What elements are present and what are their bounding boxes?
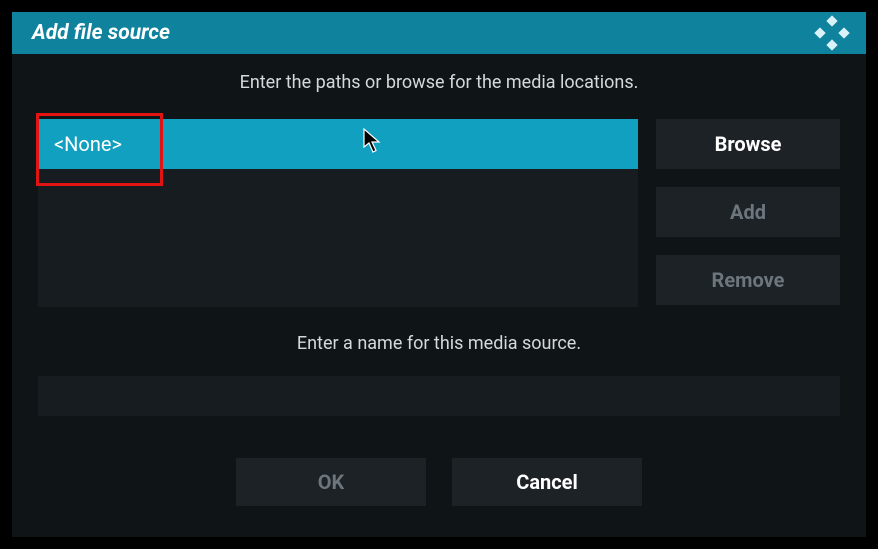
dialog-titlebar: Add file source	[12, 12, 866, 54]
add-file-source-dialog: Add file source Enter the paths or brows…	[12, 12, 866, 537]
cancel-button[interactable]: Cancel	[452, 458, 642, 506]
dialog-title: Add file source	[32, 21, 170, 45]
kodi-logo-icon	[814, 15, 850, 51]
add-button[interactable]: Add	[656, 187, 840, 237]
paths-instruction: Enter the paths or browse for the media …	[38, 72, 840, 93]
dialog-content: Enter the paths or browse for the media …	[12, 54, 866, 506]
path-row-selected[interactable]: <None>	[38, 119, 638, 169]
paths-area: <None> Browse Add Remove	[38, 119, 840, 307]
remove-button[interactable]: Remove	[656, 255, 840, 305]
dialog-footer: OK Cancel	[38, 458, 840, 506]
name-instruction: Enter a name for this media source.	[38, 333, 840, 354]
browse-button[interactable]: Browse	[656, 119, 840, 169]
ok-button[interactable]: OK	[236, 458, 426, 506]
path-list[interactable]: <None>	[38, 119, 638, 307]
path-value: <None>	[54, 132, 122, 156]
source-name-input[interactable]	[38, 376, 840, 416]
side-buttons: Browse Add Remove	[656, 119, 840, 307]
